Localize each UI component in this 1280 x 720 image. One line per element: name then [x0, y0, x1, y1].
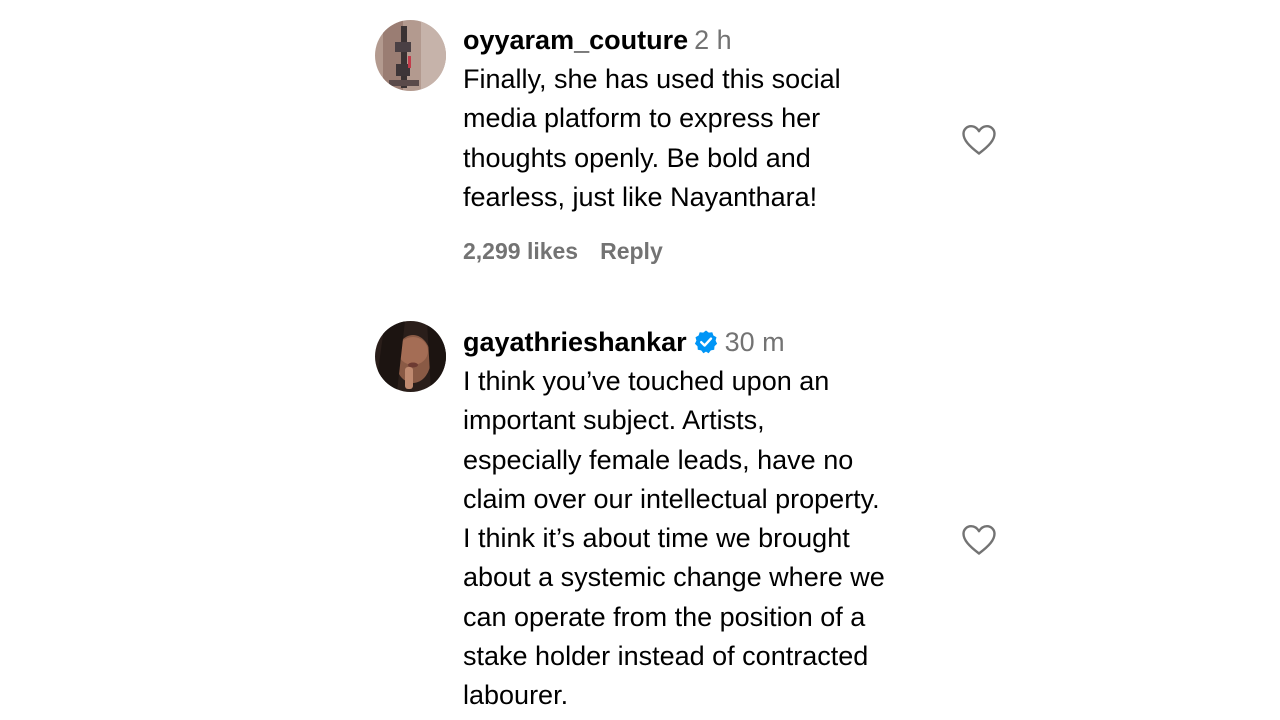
comment-text-line: especially female leads, have no	[463, 444, 854, 475]
heart-outline-icon[interactable]	[961, 524, 997, 556]
comment-text-line: fearless, just like Nayanthara!	[463, 181, 818, 212]
avatar[interactable]	[375, 20, 446, 91]
comment-text-line: thoughts openly. Be bold and	[463, 142, 811, 173]
comment-text: I think you’ve touched upon an important…	[463, 362, 963, 716]
comment-header: oyyaram_couture 2 h	[463, 21, 963, 60]
comment-text-line: media platform to express her	[463, 103, 821, 134]
comment-content: oyyaram_couture 2 h Finally, she has used…	[463, 21, 963, 265]
comment-username[interactable]: oyyaram_couture	[463, 25, 688, 55]
comment-text-line: labourer.	[463, 680, 569, 711]
comment-text-line: important subject. Artists,	[463, 405, 765, 436]
comment-timestamp: 2 h	[694, 25, 732, 55]
comment-text-line: I think it’s about time we brought	[463, 523, 850, 554]
comment-text-line: can operate from the position of a	[463, 601, 866, 632]
comment-text-line: Finally, she has used this social	[463, 64, 841, 94]
comment-content: gayathrieshankar 30 m I think you’ve tou…	[463, 323, 963, 716]
comment-text: Finally, she has used this social media …	[463, 60, 963, 217]
comment-text-line: claim over our intellectual property.	[463, 483, 880, 514]
comment-text-line: I think you’ve touched upon an	[463, 366, 830, 396]
verified-badge-icon	[693, 327, 719, 354]
comment-text-line: about a systemic change where we	[463, 562, 885, 593]
comment-timestamp: 30 m	[724, 327, 785, 357]
reply-button[interactable]: Reply	[600, 238, 663, 264]
comment-likes-count[interactable]: 2,299 likes	[463, 238, 578, 264]
comment-header: gayathrieshankar 30 m	[463, 323, 963, 362]
comment-username[interactable]: gayathrieshankar	[463, 327, 687, 357]
comment-meta: 2,299 likes Reply	[463, 238, 963, 265]
heart-outline-icon[interactable]	[961, 124, 997, 156]
comment-text-line: stake holder instead of contracted	[463, 641, 869, 672]
avatar[interactable]	[375, 321, 446, 392]
